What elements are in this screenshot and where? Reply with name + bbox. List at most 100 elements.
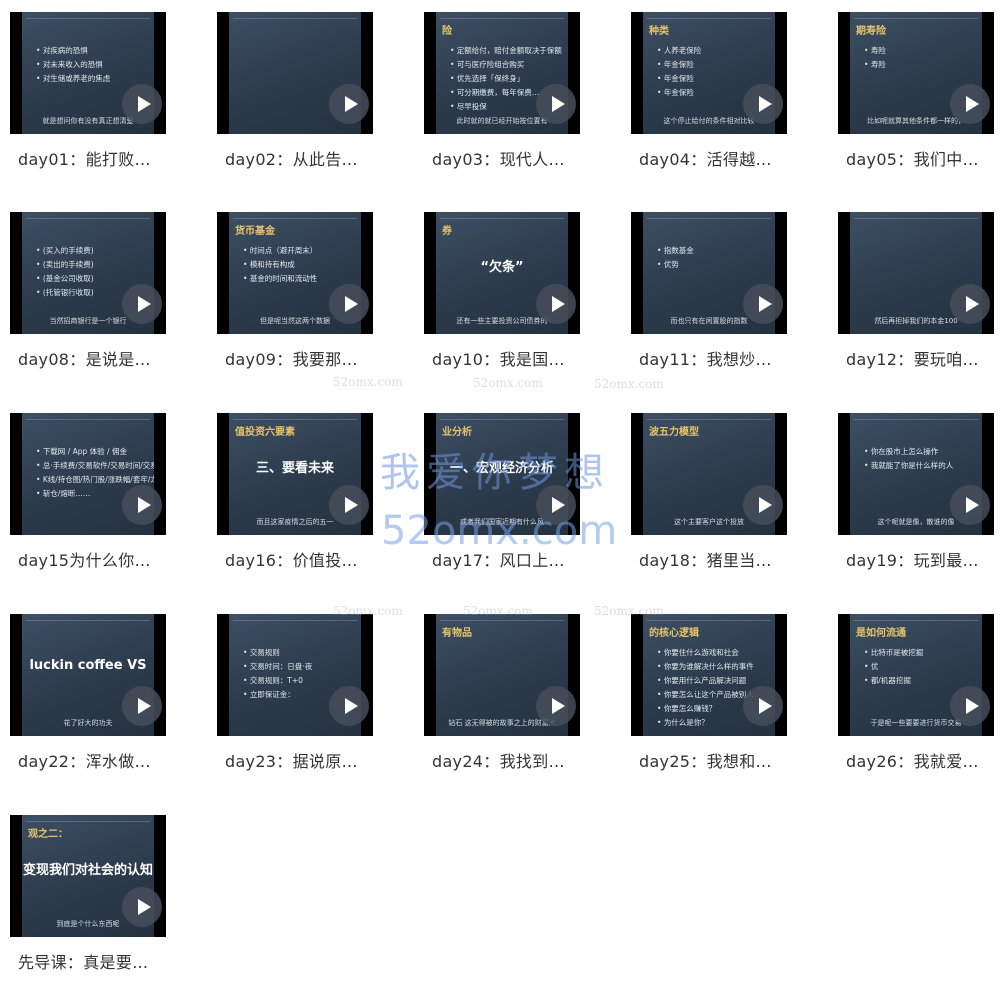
video-title[interactable]: day25：我想和… [639, 748, 772, 772]
video-title[interactable]: day08：是说是… [18, 346, 151, 370]
video-thumbnail[interactable]: (买入的手续费)(卖出的手续费)(基金公司收取)(托管银行收取)当然招商银行是一… [10, 212, 166, 334]
play-icon[interactable] [536, 284, 576, 324]
video-card[interactable]: luckin coffee VS 花了好大的功夫 day22：浑水做… [10, 614, 166, 804]
slide-headline: luckin coffee VS [29, 658, 147, 673]
video-thumbnail[interactable]: 对疾病的恐惧对未来收入的恐惧对生储或养老的焦虑就是想问你有没有真正想清楚 [10, 12, 166, 134]
video-card[interactable]: 对疾病的恐惧对未来收入的恐惧对生储或养老的焦虑就是想问你有没有真正想清楚 day0… [10, 12, 166, 202]
video-card[interactable]: 你在股市上怎么操作我就能了你是什么样的人这个呢就是像，散谁的像 day19：玩到最… [838, 413, 994, 603]
video-title[interactable]: day17：风口上… [432, 547, 565, 571]
video-card[interactable]: 交易规则交易时间：日盘·夜交易规则：T+0立即保证金： day23：据说原… [217, 614, 373, 804]
slide-bullet: 模和持有构成 [243, 258, 317, 272]
slide-bullet: 人养老保险 [657, 44, 702, 58]
video-thumbnail[interactable]: 交易规则交易时间：日盘·夜交易规则：T+0立即保证金： [217, 614, 373, 736]
video-thumbnail[interactable]: 然后再拒掉我们的本金100 [838, 212, 994, 334]
video-title[interactable]: day02：从此告… [225, 146, 358, 170]
video-card[interactable]: 指数基金优势而也只有在闲置股的指数 day11：我想炒… [631, 212, 787, 402]
video-thumbnail[interactable]: 期寿险寿险寿险比如呢就算其他条件都一样的， [838, 12, 994, 134]
play-icon[interactable] [950, 485, 990, 525]
video-card[interactable]: 险定额给付，赔付金额取决于保额可与医疗险组合购买优先选择「保终身」可分期缴费，每… [424, 12, 580, 202]
video-title[interactable]: day24：我找到… [432, 748, 565, 772]
play-icon[interactable] [122, 485, 162, 525]
video-card[interactable]: 值投资六要素 三、要看未来 而且这家疫情之后的五一 day16：价值投… [217, 413, 373, 603]
slide-divider [647, 218, 771, 219]
video-thumbnail[interactable]: 你在股市上怎么操作我就能了你是什么样的人这个呢就是像，散谁的像 [838, 413, 994, 535]
play-icon[interactable] [329, 284, 369, 324]
video-card[interactable]: 货币基金时间点（避开周末）模和持有构成基金的时间和流动性但是呢当然这两个数据 da… [217, 212, 373, 402]
slide-bullet: 你要用什么产品解决问题 [657, 674, 754, 688]
play-icon[interactable] [950, 84, 990, 124]
slide-bullet: (基金公司收取) [36, 272, 94, 286]
slide-bullet: 我就能了你是什么样的人 [864, 459, 954, 473]
video-card[interactable]: 观之二： 变现我们对社会的认知 到底是个什么东西呢先导课：真是要… [10, 815, 166, 1005]
play-icon[interactable] [329, 84, 369, 124]
video-thumbnail[interactable] [217, 12, 373, 134]
video-thumbnail[interactable]: luckin coffee VS 花了好大的功夫 [10, 614, 166, 736]
play-icon[interactable] [122, 887, 162, 927]
play-icon[interactable] [743, 686, 783, 726]
video-title[interactable]: day03：现代人… [432, 146, 565, 170]
play-icon[interactable] [122, 284, 162, 324]
video-thumbnail[interactable]: 波五力模型 这个主要客户这个投放 [631, 413, 787, 535]
video-title[interactable]: day01：能打败… [18, 146, 151, 170]
slide-bullet: 寿险 [864, 44, 886, 58]
play-icon[interactable] [536, 84, 576, 124]
video-thumbnail[interactable]: 种类人养老保险年金保险年金保险年金保险这个停止给付的条件相对比较 [631, 12, 787, 134]
play-icon[interactable] [950, 284, 990, 324]
video-card[interactable]: 的核心逻辑你要住什么游戏和社会你要为谁解决什么样的事件你要用什么产品解决问题你要… [631, 614, 787, 804]
video-card[interactable]: 业分析 一、宏观经济分析 或者我们国家近期有什么风 day17：风口上… [424, 413, 580, 603]
video-title[interactable]: day09：我要那… [225, 346, 358, 370]
video-title[interactable]: 先导课：真是要… [18, 949, 148, 973]
video-card[interactable]: 券 “欠条” 还有一些主要投资公司债券的 day10：我是国… [424, 212, 580, 402]
slide-divider [647, 419, 771, 420]
play-icon[interactable] [329, 686, 369, 726]
slide-divider [26, 821, 150, 822]
video-card[interactable]: 期寿险寿险寿险比如呢就算其他条件都一样的， day05：我们中… [838, 12, 994, 202]
video-title[interactable]: day18：猪里当… [639, 547, 772, 571]
video-title[interactable]: day12：要玩咱… [846, 346, 979, 370]
slide-bullet: 都/机器挖掘 [864, 674, 923, 688]
video-card[interactable]: 然后再拒掉我们的本金100 day12：要玩咱… [838, 212, 994, 402]
play-icon[interactable] [743, 84, 783, 124]
slide-bullets: 指数基金优势 [657, 244, 694, 272]
video-thumbnail[interactable]: 是如何流通比特币是被挖掘优都/机器挖掘于是呢一些要要进行货币交易 [838, 614, 994, 736]
video-title[interactable]: day15为什么你… [18, 547, 151, 571]
play-icon[interactable] [743, 284, 783, 324]
video-card[interactable]: 有物品 钻石 这无得被的故事之上的财富大 day24：我找到… [424, 614, 580, 804]
video-title[interactable]: day26：我就爱… [846, 748, 979, 772]
video-thumbnail[interactable]: 险定额给付，赔付金额取决于保额可与医疗险组合购买优先选择「保终身」可分期缴费，每… [424, 12, 580, 134]
video-thumbnail[interactable]: 业分析 一、宏观经济分析 或者我们国家近期有什么风 [424, 413, 580, 535]
slide-divider [26, 419, 150, 420]
play-icon[interactable] [122, 686, 162, 726]
video-thumbnail[interactable]: 观之二： 变现我们对社会的认知 到底是个什么东西呢 [10, 815, 166, 937]
play-icon[interactable] [536, 485, 576, 525]
video-title[interactable]: day22：浑水做… [18, 748, 151, 772]
video-card[interactable]: 下载网 / App 体验 / 佣金总·手续费/交易软件/交易时间/交易规则/集合… [10, 413, 166, 603]
video-card[interactable]: (买入的手续费)(卖出的手续费)(基金公司收取)(托管银行收取)当然招商银行是一… [10, 212, 166, 402]
video-title[interactable]: day23：据说原… [225, 748, 358, 772]
video-thumbnail[interactable]: 的核心逻辑你要住什么游戏和社会你要为谁解决什么样的事件你要用什么产品解决问题你要… [631, 614, 787, 736]
video-title[interactable]: day11：我想炒… [639, 346, 772, 370]
play-icon[interactable] [329, 485, 369, 525]
video-thumbnail[interactable]: 值投资六要素 三、要看未来 而且这家疫情之后的五一 [217, 413, 373, 535]
video-card[interactable]: 是如何流通比特币是被挖掘优都/机器挖掘于是呢一些要要进行货币交易 day26：我就… [838, 614, 994, 804]
video-title[interactable]: day19：玩到最… [846, 547, 979, 571]
play-icon[interactable] [950, 686, 990, 726]
video-thumbnail[interactable]: 下载网 / App 体验 / 佣金总·手续费/交易软件/交易时间/交易规则/集合… [10, 413, 166, 535]
video-card[interactable]: 波五力模型 这个主要客户这个投放 day18：猪里当… [631, 413, 787, 603]
video-thumbnail[interactable]: 券 “欠条” 还有一些主要投资公司债券的 [424, 212, 580, 334]
video-card[interactable]: day02：从此告… [217, 12, 373, 202]
video-title[interactable]: day05：我们中… [846, 146, 979, 170]
video-title[interactable]: day16：价值投… [225, 547, 358, 571]
video-thumbnail[interactable]: 货币基金时间点（避开周末）模和持有构成基金的时间和流动性但是呢当然这两个数据 [217, 212, 373, 334]
slide-bullet: 你要住什么游戏和社会 [657, 646, 754, 660]
play-icon[interactable] [122, 84, 162, 124]
slide-bullets: 人养老保险年金保险年金保险年金保险 [657, 44, 702, 100]
play-icon[interactable] [743, 485, 783, 525]
play-icon[interactable] [536, 686, 576, 726]
slide-bullet: 年金保险 [657, 72, 701, 86]
video-title[interactable]: day04：活得越… [639, 146, 772, 170]
video-card[interactable]: 种类人养老保险年金保险年金保险年金保险这个停止给付的条件相对比较day04：活得… [631, 12, 787, 202]
video-title[interactable]: day10：我是国… [432, 346, 565, 370]
video-thumbnail[interactable]: 指数基金优势而也只有在闲置股的指数 [631, 212, 787, 334]
video-thumbnail[interactable]: 有物品 钻石 这无得被的故事之上的财富大 [424, 614, 580, 736]
